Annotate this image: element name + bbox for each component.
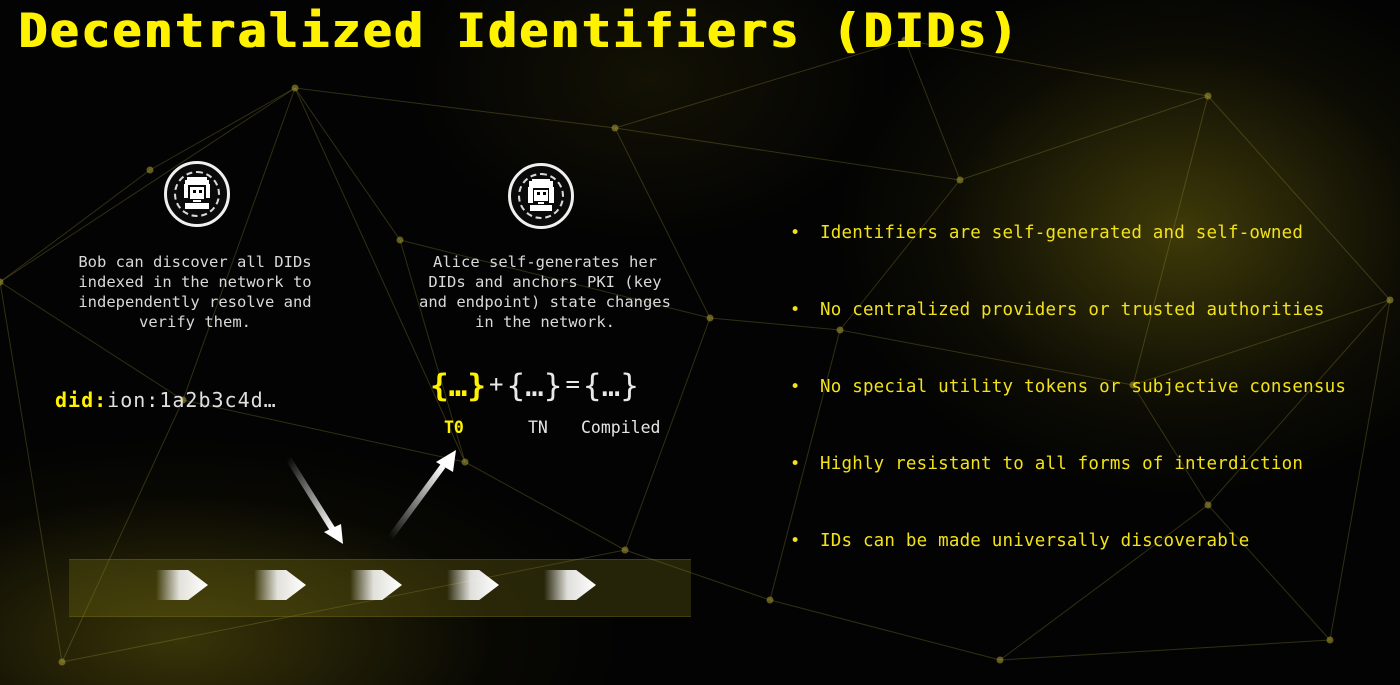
- state-box-t0: {…}: [430, 368, 486, 404]
- arrow-down-to-network-icon: [285, 456, 343, 544]
- plus-sign: +: [489, 370, 504, 398]
- bullet-icon: •: [790, 377, 801, 397]
- state-box-compiled: {…}: [582, 368, 639, 404]
- did-prefix: did:: [55, 388, 108, 412]
- did-method-id: ion:1a2b3c4d…: [107, 388, 277, 412]
- page-title: Decentralized Identifiers (DIDs): [18, 4, 1020, 59]
- state-box-tn: {…}: [506, 368, 563, 404]
- alice-avatar-icon: [508, 163, 574, 229]
- bob-description: Bob can discover all DIDs indexed in the…: [78, 253, 312, 331]
- label-tn: TN: [528, 418, 548, 437]
- slide: Decentralized Identifiers (DIDs) Bob can…: [0, 0, 1400, 685]
- arrow-up-from-network-icon: [387, 450, 456, 540]
- bob-avatar-icon: [164, 161, 230, 227]
- state-formula: {…} +{…} ={…}: [430, 368, 639, 408]
- arrows: [285, 450, 456, 544]
- label-compiled: Compiled: [581, 418, 661, 437]
- alice-description: Alice self-generates her DIDs and anchor…: [419, 253, 671, 331]
- bullet-icon: •: [790, 300, 801, 320]
- label-t0: T0: [444, 418, 464, 437]
- did-example: did:ion:1a2b3c4d…: [55, 388, 277, 412]
- bullet-icon: •: [790, 223, 801, 243]
- bullet-icon: •: [790, 531, 801, 551]
- bullet-icon: •: [790, 454, 801, 474]
- equals-sign: =: [565, 370, 580, 398]
